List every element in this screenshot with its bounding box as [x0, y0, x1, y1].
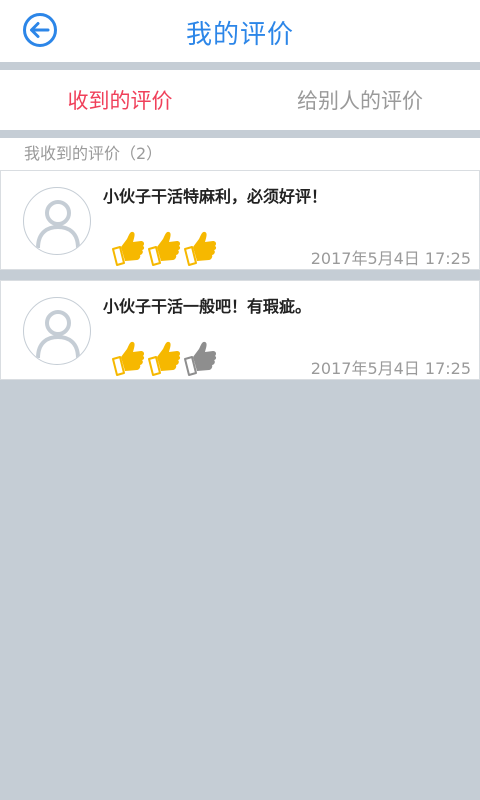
thumbs-up-icon: [112, 231, 145, 266]
user-avatar-icon: [36, 310, 80, 359]
user-avatar-icon: [36, 200, 80, 249]
thumbs-up-icon: [148, 231, 181, 266]
thumbs-up-icon: [184, 231, 217, 266]
review-card[interactable]: 小伙子干活特麻利，必须好评！ 2017年5月4日 17:25: [0, 170, 480, 270]
tab-received-reviews[interactable]: 收到的评价: [0, 70, 240, 130]
rating-thumbs: [111, 229, 217, 267]
review-text: 小伙子干活特麻利，必须好评！: [103, 187, 328, 206]
section-title: 我收到的评价（2）: [0, 138, 480, 170]
page-title: 我的评价: [185, 20, 294, 50]
thumbs-up-icon: [112, 341, 145, 376]
thumbs-up-icon: [148, 341, 181, 376]
tab-bar: 收到的评价 给别人的评价: [0, 70, 480, 130]
review-time: 2017年5月4日 17:25: [310, 359, 471, 378]
review-time: 2017年5月4日 17:25: [310, 249, 471, 268]
avatar: [23, 187, 91, 255]
review-card[interactable]: 小伙子干活一般吧！有瑕疵。 2017年5月4日 17:25: [0, 280, 480, 380]
rating-thumbs: [111, 339, 217, 377]
thumbs-up-icon: [184, 341, 217, 376]
review-text: 小伙子干活一般吧！有瑕疵。: [103, 297, 312, 316]
avatar: [23, 297, 91, 365]
top-bar: 我的评价: [0, 0, 480, 62]
tab-given-reviews[interactable]: 给别人的评价: [240, 70, 480, 130]
screen: 我的评价 收到的评价 给别人的评价 我收到的评价（2） 小伙子干活特麻利，必须好…: [0, 0, 480, 800]
